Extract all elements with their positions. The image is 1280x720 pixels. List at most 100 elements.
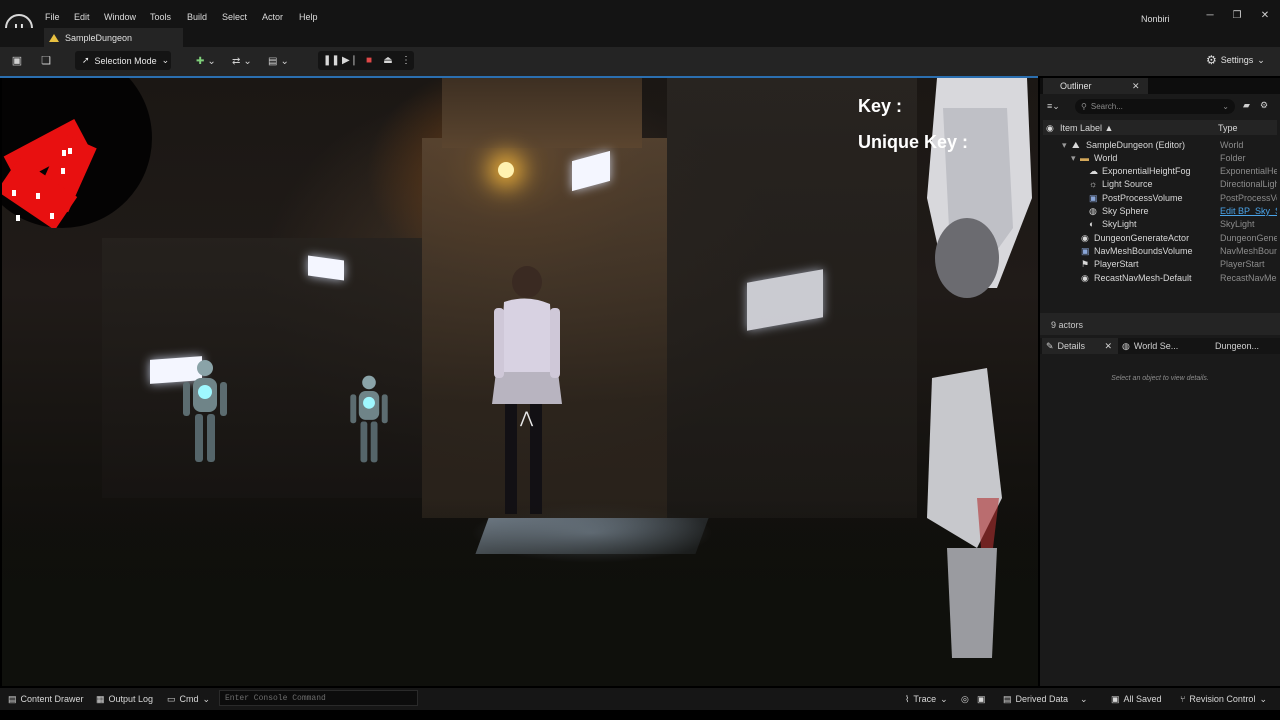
chevron-down-icon: ⌄ [280,55,289,67]
outliner-row[interactable]: ◉ RecastNavMesh-Default RecastNavMes [1043,271,1277,284]
search-placeholder: Search... [1090,102,1123,111]
outliner-row[interactable]: ▾ ⛰ SampleDungeon (Editor) World [1043,138,1277,151]
menu-edit[interactable]: Edit [74,12,90,22]
menu-file[interactable]: File [45,12,60,22]
selection-mode-dropdown[interactable]: ➚ Selection Mode ⌄ [75,51,171,70]
expand-arrow-icon[interactable]: ▾ [1071,153,1076,164]
cmd-dropdown[interactable]: ▭ Cmd ⌄ [167,693,210,705]
row-type: World [1220,140,1244,150]
row-type: PlayerStart [1220,259,1265,269]
content-drawer-button[interactable]: ▤ Content Drawer [8,693,84,705]
user-name: Nonbiri [1141,14,1170,24]
clapperboard-icon: ▤ [268,55,278,67]
revision-control-dropdown[interactable]: ⑂ Revision Control ⌄ [1180,693,1267,705]
derived-data-dropdown[interactable]: ▤ Derived Data ⌄ [1003,693,1088,705]
menu-build[interactable]: Build [187,12,207,22]
browse-content-icon[interactable]: ❏ [38,53,54,69]
row-label: NavMeshBoundsVolume [1094,246,1193,256]
menu-select[interactable]: Select [222,12,247,22]
tab-details[interactable]: ✎ Details ✕ [1042,338,1118,354]
minimap-marker [50,213,54,219]
gear-icon[interactable]: ⚙ [1260,100,1268,111]
row-label: DungeonGenerateActor [1094,233,1190,243]
output-log-button[interactable]: ▦ Output Log [96,693,153,705]
chevron-down-icon: ⌄ [1222,102,1229,111]
settings-label: Settings [1220,55,1254,65]
minimize-icon[interactable]: ─ [1202,10,1218,21]
row-type: DungeonGener [1220,233,1277,243]
sphere-icon: ◍ [1089,206,1097,216]
outliner-row[interactable]: ▾ ▬ World Folder [1043,151,1277,164]
record-icon[interactable]: ◎ [961,693,969,705]
main-toolbar [0,47,1280,76]
robot-foreground [907,78,1037,668]
outliner-row[interactable]: ◉ DungeonGenerateActor DungeonGener [1043,231,1277,244]
cinematics-dropdown[interactable]: ▤ ⌄ [268,53,289,69]
row-type-link[interactable]: Edit BP_Sky_Sp [1220,206,1277,216]
camera-icon[interactable]: ▣ [977,693,986,705]
cursor-icon: ➚ [82,55,90,65]
step-forward-icon[interactable]: ▶❘ [342,53,358,69]
level-viewport[interactable]: Key : Unique Key : ⋀ [2,78,1038,686]
col-type[interactable]: Type [1218,123,1238,133]
outliner-row[interactable]: ▣ PostProcessVolume PostProcessVo [1043,191,1277,204]
close-icon[interactable]: ✕ [1257,10,1273,21]
stop-icon[interactable]: ■ [361,53,377,69]
eject-icon[interactable]: ⏏ [380,53,396,69]
filter-icon[interactable]: ≡⌄ [1047,101,1060,112]
col-item-label[interactable]: Item Label ▲ [1060,123,1113,133]
close-icon[interactable]: ✕ [1104,341,1112,352]
volume-icon: ▣ [1081,246,1090,256]
outliner-row[interactable]: ◍ Sky Sphere Edit BP_Sky_Sp [1043,204,1277,217]
selection-mode-label: Selection Mode [94,55,157,66]
hud-key-label: Key : [858,96,903,116]
output-log-label: Output Log [108,694,154,704]
database-icon: ▤ [1003,693,1012,704]
outliner-row[interactable]: ☼ Light Source DirectionalLigh [1043,177,1277,190]
row-label: ExponentialHeightFog [1102,166,1191,176]
save-icon[interactable]: ▣ [9,53,25,69]
row-label: PlayerStart [1094,259,1139,269]
post-process-icon: ▣ [1089,193,1098,203]
outliner-row[interactable]: ⚑ PlayerStart PlayerStart [1043,257,1277,270]
expand-arrow-icon[interactable]: ▾ [1062,140,1067,151]
close-icon[interactable]: ✕ [1132,81,1140,92]
menu-help[interactable]: Help [299,12,318,22]
navmesh-icon: ◉ [1081,273,1089,283]
row-type: SkyLight [1220,219,1255,229]
maximize-icon[interactable]: ❐ [1229,10,1245,21]
all-saved-label: All Saved [1123,694,1162,704]
add-folder-icon[interactable]: ▰ [1243,100,1250,111]
outliner-row[interactable]: ◐ SkyLight SkyLight [1043,217,1277,230]
cmd-label: Cmd [179,694,199,704]
branch-icon: ⑂ [1180,694,1186,704]
outliner-row[interactable]: ▣ NavMeshBoundsVolume NavMeshBound [1043,244,1277,257]
menu-window[interactable]: Window [104,12,136,22]
trace-label: Trace [913,694,937,704]
gear-icon: ⚙ [1206,53,1217,67]
menu-actor[interactable]: Actor [262,12,283,22]
all-saved-button[interactable]: ▣ All Saved [1111,693,1162,705]
menu-tools[interactable]: Tools [150,12,171,22]
chevron-down-icon: ⌄ [202,693,211,704]
drawer-icon: ▤ [8,693,17,704]
search-icon: ⚲ [1081,102,1087,111]
chevron-down-icon: ⌄ [161,55,170,65]
add-actor-dropdown[interactable]: ✚ ⌄ [196,53,216,69]
eye-icon[interactable]: ◉ [1046,123,1054,134]
save-status-icon: ▣ [1111,693,1120,704]
play-options-icon[interactable]: ⋮ [398,53,414,69]
level-tab[interactable]: SampleDungeon [44,28,183,47]
trace-dropdown[interactable]: ⌇ Trace ⌄ [905,693,948,705]
world-icon: ⛰ [1072,140,1080,150]
tab-dungeon[interactable]: Dungeon... [1215,338,1259,354]
pencil-icon: ✎ [1046,340,1054,351]
outliner-search-input[interactable]: ⚲ Search... ⌄ [1075,99,1235,114]
console-command-input[interactable]: Enter Console Command [219,690,418,706]
settings-button[interactable]: ⚙ Settings ⌄ [1206,53,1265,67]
outliner-row[interactable]: ☁ ExponentialHeightFog ExponentialHei [1043,164,1277,177]
skylight-icon: ◐ [1089,219,1095,229]
tab-world-settings[interactable]: ◍ World Se... [1122,338,1178,354]
blueprint-dropdown[interactable]: ⇄ ⌄ [232,53,252,69]
pause-icon[interactable]: ❚❚ [323,53,340,69]
